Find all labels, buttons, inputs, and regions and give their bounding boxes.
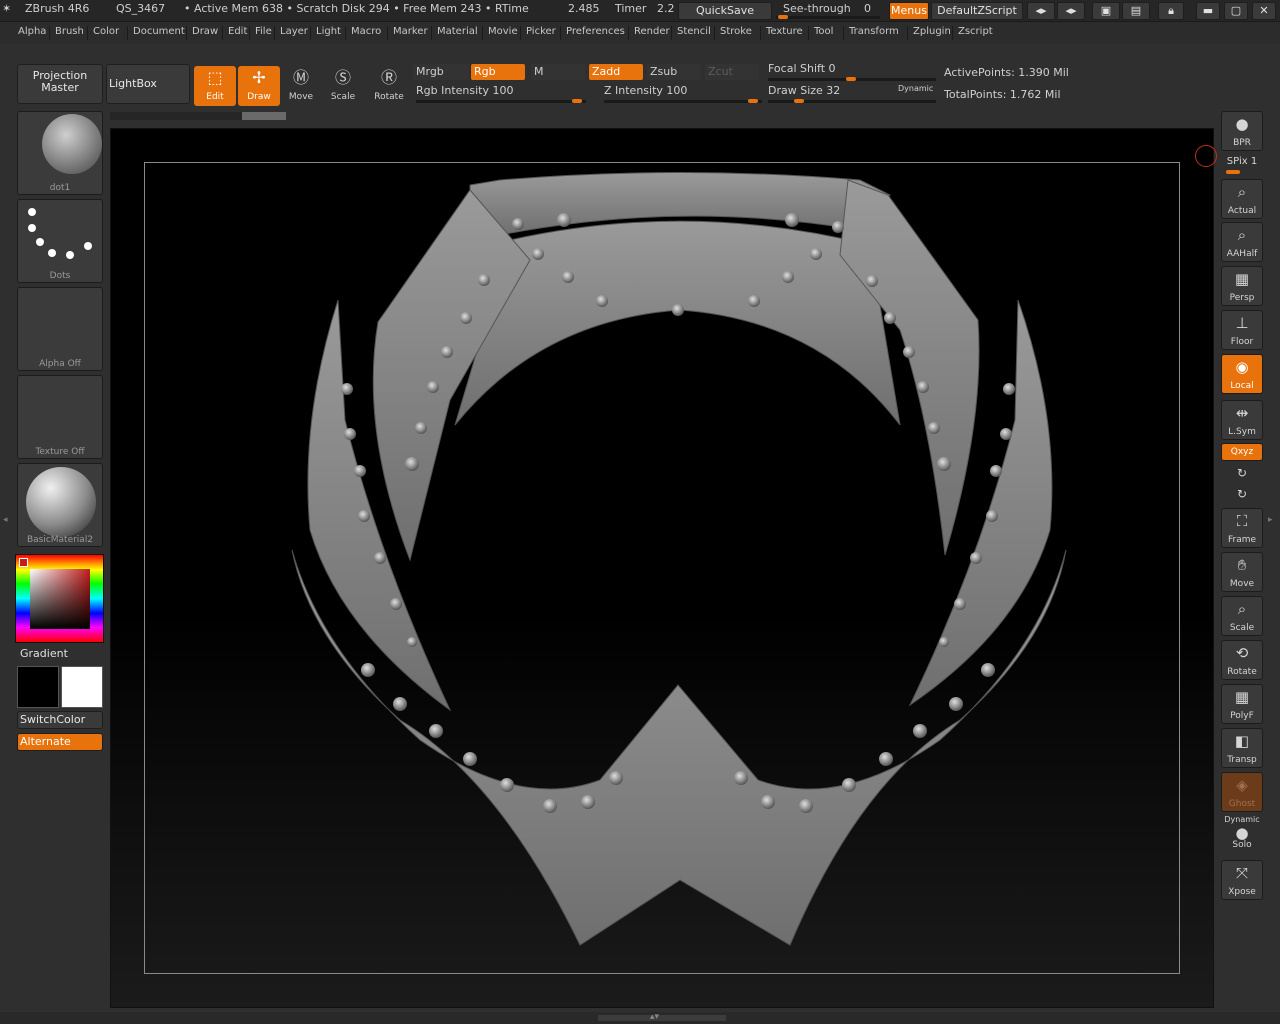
solo-label: Solo [1232, 840, 1252, 850]
local-icon: ◉ [1235, 358, 1249, 376]
aahalf-button[interactable]: ⌕ AAHalf [1221, 222, 1263, 262]
persp-button[interactable]: ▦ Persp [1221, 266, 1263, 306]
bottom-tray: ▴▾ [0, 1012, 1280, 1024]
spix-label: SPix 1 [1226, 156, 1258, 167]
bpr-sphere-icon: ● [1235, 115, 1249, 133]
hand-move-icon: ✋︎ [1237, 556, 1247, 574]
frame-icon: ⛶ [1236, 512, 1248, 530]
floor-button[interactable]: ⊥ Floor [1221, 310, 1263, 350]
aahalf-label: AAHalf [1226, 249, 1258, 259]
xpose-label: Xpose [1228, 887, 1256, 897]
transp-button[interactable]: ◧ Transp [1221, 728, 1263, 768]
rotate-y-icon[interactable]: ↻ [1222, 466, 1262, 480]
xpose-icon: ⤧ [1235, 864, 1248, 882]
spix-slider[interactable] [1226, 170, 1240, 174]
scale-view-icon: ⌕ [1237, 600, 1247, 618]
solo-dynamic-label: Dynamic [1224, 815, 1260, 824]
zoom-aahalf-icon: ⌕ [1237, 226, 1247, 244]
polyframe-icon: ▦ [1234, 688, 1250, 706]
ghost-button[interactable]: ◈ Ghost [1221, 772, 1263, 812]
transp-label: Transp [1227, 755, 1257, 765]
frame-label: Frame [1227, 535, 1257, 545]
polyf-button[interactable]: ▦ PolyF [1221, 684, 1263, 724]
mask-bottom-band [291, 549, 1067, 946]
actual-button[interactable]: ⌕ Actual [1221, 179, 1263, 219]
ghost-label: Ghost [1228, 799, 1256, 809]
rotate-view-label: Rotate [1227, 667, 1257, 677]
mask-model[interactable] [0, 0, 1280, 1024]
local-button[interactable]: ◉ Local [1221, 354, 1263, 394]
persp-label: Persp [1229, 293, 1255, 303]
expand-tray-icon[interactable]: ▴▾ [650, 1012, 659, 1022]
move-view-label: Move [1229, 579, 1255, 589]
floor-label: Floor [1230, 337, 1254, 347]
local-label: Local [1230, 381, 1254, 391]
scale-view-label: Scale [1229, 623, 1255, 633]
xyz-label: Qxyz [1230, 447, 1254, 457]
scale-view-button[interactable]: ⌕ Scale [1221, 596, 1263, 636]
transparency-icon: ◧ [1234, 732, 1250, 750]
mask-left-upper-wing [372, 189, 531, 562]
floor-icon: ⊥ [1235, 314, 1249, 332]
rotate-view-button[interactable]: ⟲ Rotate [1221, 640, 1263, 680]
solo-button[interactable]: ● Solo [1221, 826, 1263, 856]
local-symmetry-icon: ⇹ [1235, 404, 1249, 422]
move-view-button[interactable]: ✋︎ Move [1221, 552, 1263, 592]
bpr-label: BPR [1233, 138, 1251, 148]
bottom-tray-handle[interactable] [598, 1015, 726, 1021]
perspective-grid-icon: ▦ [1234, 270, 1250, 288]
lsym-button[interactable]: ⇹ L.Sym [1221, 400, 1263, 440]
polyf-label: PolyF [1230, 711, 1254, 721]
actual-label: Actual [1227, 206, 1257, 216]
xyz-button[interactable]: Qxyz [1221, 443, 1263, 461]
ghost-icon: ◈ [1236, 776, 1248, 794]
lsym-label: L.Sym [1228, 427, 1256, 437]
rotate-z-icon[interactable]: ↻ [1222, 487, 1262, 501]
xpose-button[interactable]: ⤧ Xpose [1221, 860, 1263, 900]
bpr-button[interactable]: ● BPR [1221, 111, 1263, 151]
rotate-view-icon: ⟲ [1235, 644, 1249, 662]
frame-button[interactable]: ⛶ Frame [1221, 508, 1263, 548]
zoom-actual-icon: ⌕ [1237, 183, 1247, 201]
solo-icon: ● [1235, 824, 1249, 842]
